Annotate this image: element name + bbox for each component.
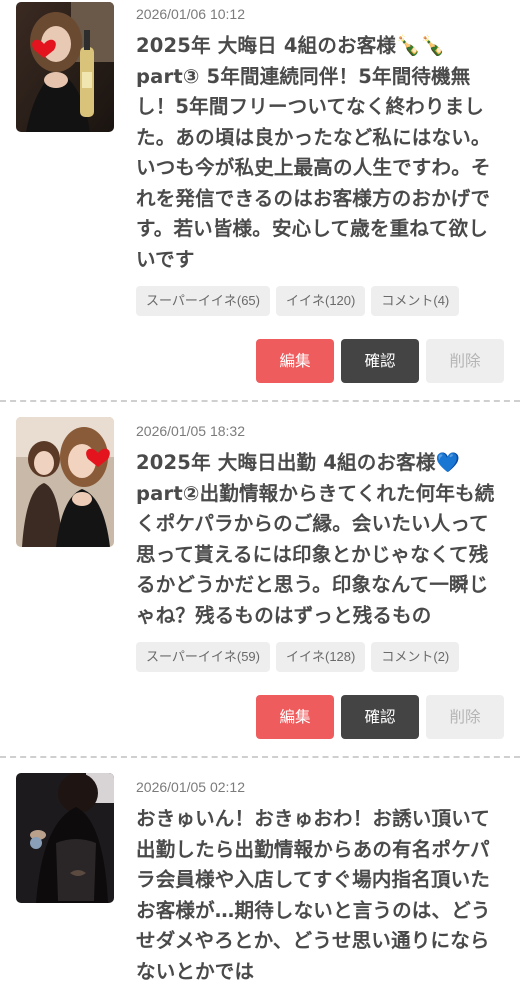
blue-heart-emoji: 💙	[435, 451, 461, 474]
post-text-continued: part②出勤情報からきてくれた何年も続くポケパラからのご縁。会いたい人って思っ…	[136, 481, 495, 627]
post-text: 2025年 大晦日出勤 4組のお客様	[136, 451, 436, 474]
post-date: 2026/01/05 18:32	[136, 423, 245, 439]
post-thumbnail[interactable]	[16, 2, 114, 132]
confirm-button[interactable]: 確認	[341, 339, 419, 383]
like-badge[interactable]: イイネ(120)	[276, 286, 366, 316]
post-date: 2026/01/05 02:12	[136, 779, 245, 795]
post-thumbnail[interactable]	[16, 417, 114, 547]
post-item: 2026/01/06 10:12 2025年 大晦日 4組のお客様🍾🍾 part③…	[0, 0, 520, 402]
post-date: 2026/01/06 10:12	[136, 6, 245, 22]
post-thumbnail[interactable]	[16, 773, 114, 903]
champagne-emoji: 🍾🍾	[396, 34, 446, 57]
post-item: 2026/01/05 18:32 2025年 大晦日出勤 4組のお客様💙 part…	[0, 402, 520, 758]
edit-button[interactable]: 編集	[256, 695, 334, 739]
super-like-badge[interactable]: スーパーイイネ(65)	[136, 286, 270, 316]
delete-button[interactable]: 削除	[426, 339, 504, 383]
thumbnail-photo	[16, 773, 114, 903]
thumbnail-photo	[16, 417, 114, 547]
post-item: 2026/01/05 02:12 おきゅいん！おきゅおわ！お誘い頂いて出勤したら…	[0, 758, 520, 987]
post-feed: 2026/01/06 10:12 2025年 大晦日 4組のお客様🍾🍾 part③…	[0, 0, 520, 1000]
post-body: おきゅいん！おきゅおわ！お誘い頂いて出勤したら出勤情報からあの有名ポケパラ会員様…	[136, 807, 491, 983]
delete-button[interactable]: 削除	[426, 695, 504, 739]
comment-badge[interactable]: コメント(2)	[371, 642, 460, 672]
super-like-badge[interactable]: スーパーイイネ(59)	[136, 642, 270, 672]
like-badge[interactable]: イイネ(128)	[276, 642, 366, 672]
post-body: 2025年 大晦日 4組のお客様🍾🍾 part③ 5年間連続同伴！5年間待機無し！…	[136, 31, 506, 275]
post-body: 2025年 大晦日出勤 4組のお客様💙 part②出勤情報からきてくれた何年も続く…	[136, 448, 506, 631]
post-text-continued: part③ 5年間連続同伴！5年間待機無し！5年間フリーついてなく終わりました。…	[136, 64, 491, 271]
edit-button[interactable]: 編集	[256, 339, 334, 383]
thumbnail-photo	[16, 2, 114, 132]
confirm-button[interactable]: 確認	[341, 695, 419, 739]
post-text: 2025年 大晦日 4組のお客様	[136, 34, 397, 57]
comment-badge[interactable]: コメント(4)	[371, 286, 460, 316]
